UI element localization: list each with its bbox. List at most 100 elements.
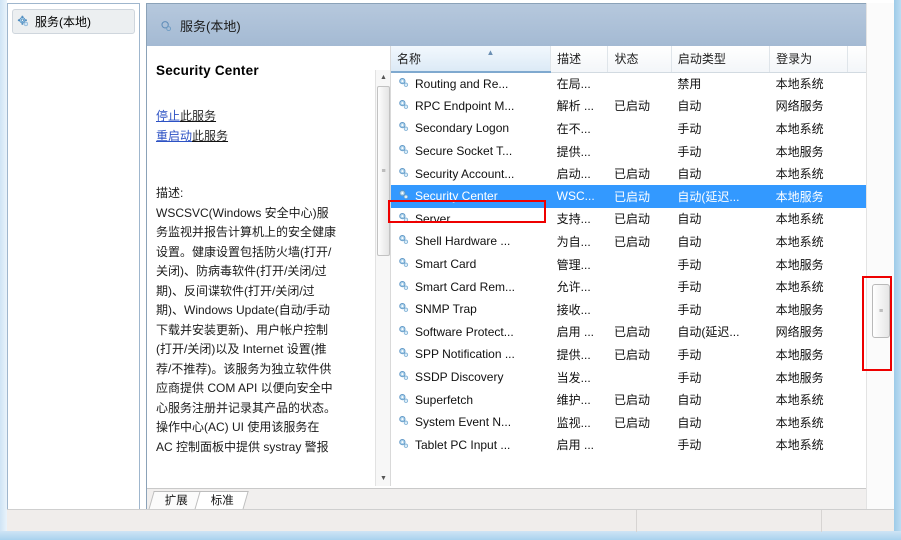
table-row[interactable]: Secure Socket T... 提供... 手动 本地服务 (391, 140, 893, 163)
service-name: Smart Card Rem... (415, 279, 516, 294)
table-row[interactable]: Security Center WSC... 已启动 自动(延迟... 本地服务 (391, 184, 893, 208)
table-row[interactable]: SNMP Trap 接收... 手动 本地服务 (391, 298, 893, 321)
table-row[interactable]: System Event N... 监视... 已启动 自动 本地系统 (391, 411, 893, 434)
service-gear-icon (397, 437, 410, 453)
table-row[interactable]: SPP Notification ... 提供... 已启动 手动 本地服务 (391, 343, 893, 366)
cell-name: Smart Card (391, 253, 551, 276)
table-row[interactable]: Smart Card 管理... 手动 本地服务 (391, 253, 893, 276)
cell-startup-type: 手动 (677, 370, 702, 385)
service-name: Superfetch (415, 392, 474, 407)
restart-service-link[interactable]: 重启动此服务 (156, 126, 386, 146)
status-cell-3 (822, 510, 894, 532)
column-header-名称[interactable]: 名称 ▲ (391, 46, 552, 73)
cell-name: Superfetch (391, 388, 551, 411)
table-row[interactable]: Smart Card Rem... 允许... 手动 本地系统 (391, 275, 893, 298)
cell-startup-type: 自动 (677, 167, 702, 182)
cell-status (608, 275, 671, 298)
cell-startup-type: 手动 (677, 280, 702, 295)
service-name: SNMP Trap (415, 302, 477, 317)
description-label: 描述: (156, 186, 184, 200)
cell-startup-type: 手动 (677, 121, 702, 136)
stop-service-link[interactable]: 停止此服务 (156, 106, 386, 126)
cell-logon-as: 本地系统 (775, 393, 824, 408)
cell-logon-as: 本地系统 (775, 415, 824, 430)
service-gear-icon (397, 256, 410, 272)
table-row[interactable]: Tablet PC Input ... 启用 ... 手动 本地系统 (391, 434, 893, 457)
cell-logon-as: 网络服务 (775, 325, 824, 340)
cell-status: 已启动 (613, 99, 650, 114)
column-header-label: 登录为 (776, 52, 813, 67)
services-console-window: 服务(本地) 服务(本地) Security Center 停止此服务 重启动此… (0, 0, 901, 540)
cell-logon-as: 本地系统 (775, 234, 824, 249)
cell-description: 管理... (556, 257, 591, 272)
cell-logon-as: 本地系统 (775, 167, 824, 182)
cell-logon-as: 本地服务 (769, 184, 848, 208)
cell-description: 支持... (556, 212, 591, 227)
cell-description: WSC... (550, 184, 608, 208)
service-name: SPP Notification ... (415, 347, 515, 362)
scroll-down-icon[interactable]: ▼ (376, 471, 390, 486)
description-line: 心服务注册并记录其产品的状态。 (156, 400, 337, 415)
table-row[interactable]: Shell Hardware ... 为自... 已启动 自动 本地系统 (391, 230, 893, 253)
cell-description: 允许... (556, 280, 591, 295)
cell-startup-type: 手动 (677, 302, 702, 317)
service-name: Tablet PC Input ... (415, 437, 511, 452)
cell-name: Shell Hardware ... (391, 230, 551, 253)
column-header-启动类型[interactable]: 启动类型 (671, 46, 771, 73)
window-frame-left (0, 0, 7, 540)
services-table: 名称 ▲ 描述 状态 启动类型 登录为 Routing and Re... 在局... 禁用本… (391, 46, 893, 456)
detail-scroll-thumb[interactable]: ≡ (377, 86, 390, 256)
view-tabs: 扩展 标准 (147, 488, 893, 510)
column-header-状态[interactable]: 状态 (607, 46, 672, 73)
table-row[interactable]: Server 支持... 已启动 自动 本地系统 (391, 208, 893, 231)
page-title: Security Center (156, 63, 259, 78)
cell-name: SPP Notification ... (391, 343, 551, 366)
cell-startup-type: 自动 (677, 393, 702, 408)
cell-name: Smart Card Rem... (391, 275, 551, 298)
cell-startup-type: 自动 (677, 99, 702, 114)
cell-name: Secondary Logon (391, 117, 551, 140)
description-line: (打开/关闭)以及 Internet 设置(推 (156, 342, 327, 356)
table-row[interactable]: RPC Endpoint M... 解析 ... 已启动 自动 网络服务 (391, 95, 893, 118)
tab-标准[interactable]: 标准 (194, 491, 249, 510)
table-row[interactable]: Security Account... 启动... 已启动 自动 本地系统 (391, 162, 893, 185)
service-name: Server (415, 211, 451, 226)
content-header-banner: 服务(本地) (147, 4, 893, 46)
cell-status (608, 140, 671, 163)
cell-description: 解析 ... (556, 99, 594, 114)
sort-ascending-icon: ▲ (486, 48, 495, 57)
cell-status: 已启动 (613, 415, 650, 430)
cell-startup-type: 自动(延迟... (671, 184, 770, 208)
sidebar-item-services-local[interactable]: 服务(本地) (12, 9, 135, 34)
column-header-描述[interactable]: 描述 (550, 46, 609, 73)
cell-status (608, 366, 671, 389)
cell-description: 启用 ... (556, 325, 594, 340)
cell-name: Secure Socket T... (391, 140, 551, 163)
cell-logon-as: 本地系统 (775, 438, 824, 453)
table-row[interactable]: Superfetch 维护... 已启动 自动 本地系统 (391, 388, 893, 411)
grip-icon: ≡ (878, 307, 884, 315)
service-gear-icon (397, 414, 410, 430)
service-name: RPC Endpoint M... (415, 98, 515, 113)
panes-container: Security Center 停止此服务 重启动此服务 描述: WSCSVC(… (147, 46, 893, 486)
scroll-up-icon[interactable]: ▲ (376, 70, 390, 85)
description-line: 下载并安装更新)、用户帐户控制 (156, 322, 328, 337)
cell-startup-type: 手动 (677, 257, 702, 272)
table-row[interactable]: Routing and Re... 在局... 禁用 本地系统 (391, 72, 893, 95)
table-row[interactable]: SSDP Discovery 当发... 手动 本地服务 (391, 366, 893, 389)
table-row[interactable]: Secondary Logon 在不... 手动 本地系统 (391, 117, 893, 140)
window-scroll-thumb[interactable]: ≡ (872, 284, 890, 338)
cell-logon-as: 本地系统 (775, 77, 824, 92)
restart-service-link-underlined: 重启动 (156, 129, 193, 143)
window-frame-right (894, 0, 901, 540)
column-header-label: 状态 (614, 52, 639, 67)
cell-name: Tablet PC Input ... (391, 434, 551, 457)
cell-logon-as: 本地服务 (775, 144, 824, 159)
description-line: 应商提供 COM API 以便向安全中 (156, 381, 333, 395)
table-row[interactable]: Software Protect... 启用 ... 已启动 自动(延迟... 网络服务 (391, 321, 893, 344)
column-header-登录为[interactable]: 登录为 (769, 46, 848, 73)
column-header-label: 启动类型 (677, 52, 726, 67)
detail-pane-scrollbar[interactable]: ▲ ≡ ▼ (375, 70, 390, 486)
cell-name: Security Account... (391, 162, 551, 185)
window-vertical-scrollbar[interactable]: ≡ (866, 3, 894, 511)
